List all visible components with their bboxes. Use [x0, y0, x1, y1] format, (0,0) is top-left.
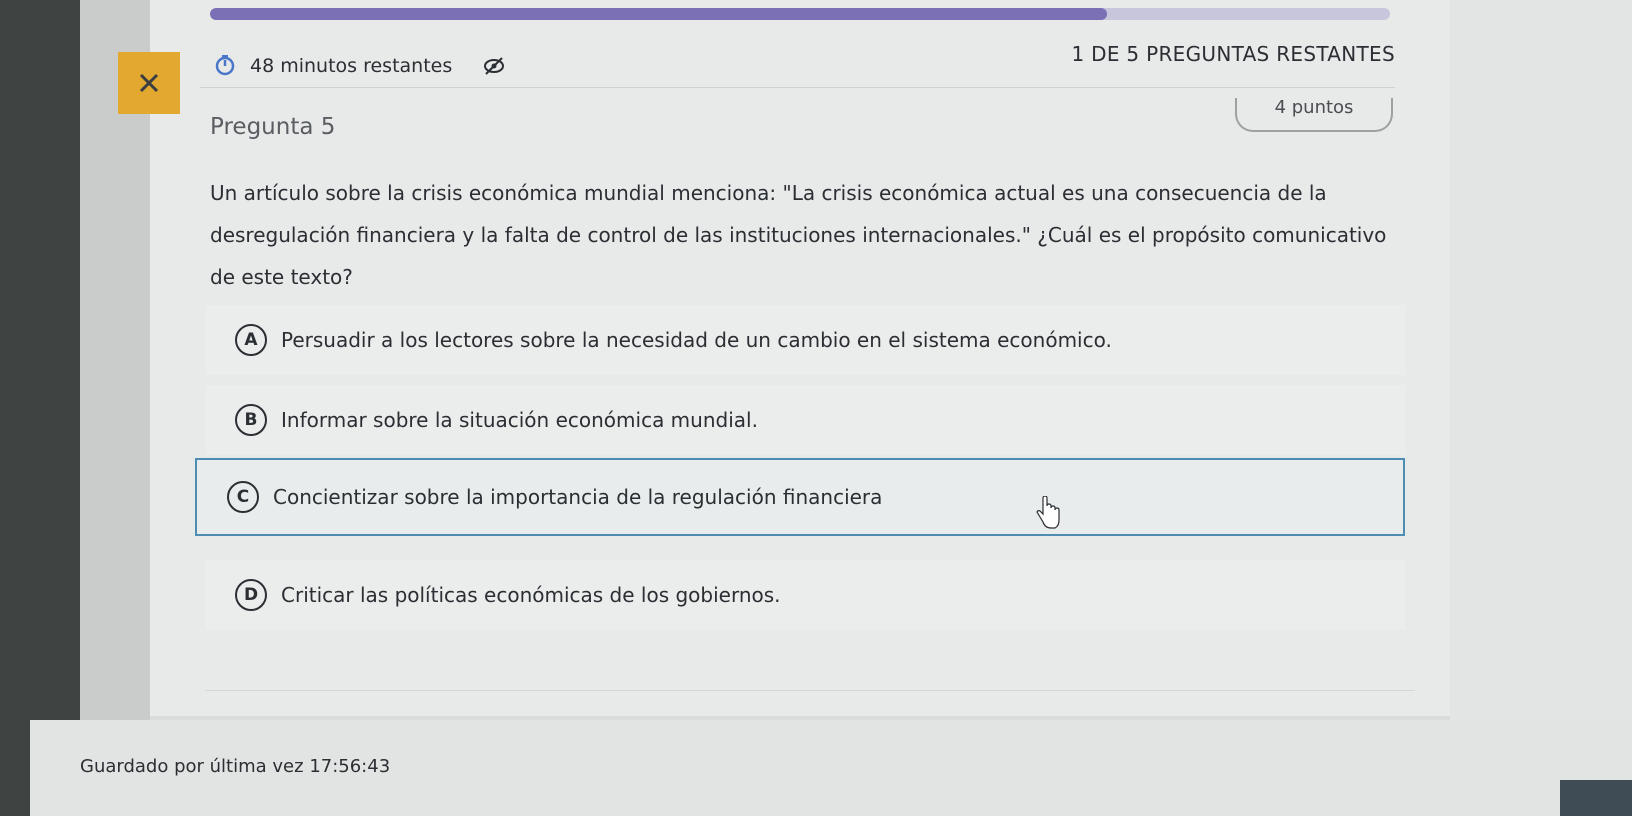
option-text: Criticar las políticas económicas de los… [281, 583, 781, 607]
timer-text: 48 minutos restantes [250, 55, 453, 77]
background-left-strip [0, 0, 80, 816]
corner-element [1560, 780, 1632, 816]
progress-bar [210, 8, 1390, 20]
close-icon [139, 73, 159, 93]
option-letter: B [235, 404, 267, 436]
option-text: Informar sobre la situación económica mu… [281, 408, 758, 432]
option-c[interactable]: C Concientizar sobre la importancia de l… [195, 458, 1405, 536]
option-text: Persuadir a los lectores sobre la necesi… [281, 328, 1112, 352]
last-saved-label: Guardado por última vez [80, 756, 304, 777]
option-a[interactable]: A Persuadir a los lectores sobre la nece… [205, 305, 1405, 375]
last-saved: Guardado por última vez 17:56:43 [80, 756, 390, 777]
hand-cursor-icon [1036, 496, 1060, 529]
option-letter: C [227, 481, 259, 513]
option-letter: D [235, 579, 267, 611]
timer-icon [215, 55, 235, 76]
question-prompt: Un artículo sobre la crisis económica mu… [210, 181, 1387, 289]
close-button[interactable] [118, 52, 180, 114]
last-saved-time: 17:56:43 [309, 756, 391, 777]
quiz-header: 48 minutos restantes 1 DE 5 PREGUNTAS RE… [200, 40, 1395, 88]
progress-fill [210, 8, 1107, 20]
option-b[interactable]: B Informar sobre la situación económica … [205, 385, 1405, 455]
option-letter: A [235, 324, 267, 356]
background-right-panel [1450, 0, 1632, 720]
question-title: Pregunta 5 [210, 114, 336, 140]
questions-remaining: 1 DE 5 PREGUNTAS RESTANTES [1071, 42, 1395, 66]
hide-timer-icon[interactable] [482, 54, 506, 78]
option-text: Concientizar sobre la importancia de la … [273, 485, 883, 509]
option-d[interactable]: D Criticar las políticas económicas de l… [205, 560, 1405, 630]
points-badge: 4 puntos [1235, 98, 1393, 132]
divider [205, 690, 1415, 691]
